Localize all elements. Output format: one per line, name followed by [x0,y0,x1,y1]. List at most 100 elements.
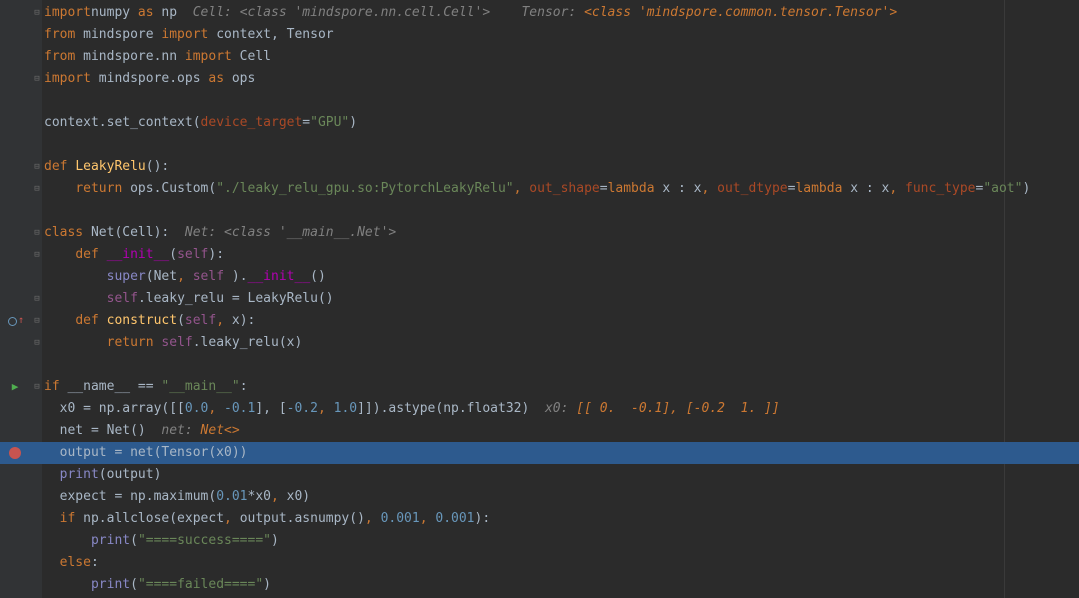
inline-debug-hint: Net: <class '__main__.Net'> [184,225,397,240]
code-token: -0.1 [224,401,256,416]
inline-debug-hint: [[ 0. -0.1], [-0.2 1. ]] [576,401,780,416]
code-line[interactable]: def __init__(self): [0,244,1079,266]
code-text[interactable]: from mindspore import context, Tensor [44,24,334,46]
code-text[interactable]: print(output) [44,464,162,486]
fold-icon[interactable] [33,8,41,18]
code-line[interactable]: from mindspore import context, Tensor [0,24,1079,46]
code-token: import [184,49,232,64]
code-token: 1.0 [333,401,358,416]
code-line[interactable]: self.leaky_relu = LeakyRelu() [0,288,1079,310]
code-token: out_dtype [717,181,788,196]
code-text[interactable]: super(Net, self ).__init__() [44,266,326,288]
code-editor[interactable]: importnumpy as np Cell: <class 'mindspor… [0,0,1079,598]
code-text[interactable]: def __init__(self): [44,244,224,266]
breakpoint-icon[interactable] [8,442,22,464]
code-line[interactable]: else: [0,552,1079,574]
code-token: "./leaky_relu_gpu.so:PytorchLeakyRelu" [216,181,514,196]
code-line[interactable]: net = Net() net: Net<> [0,420,1079,442]
code-line[interactable] [0,200,1079,222]
code-token: () [310,269,326,284]
code-text[interactable]: context.set_context(device_target="GPU") [44,112,357,134]
code-token: , [216,313,232,328]
code-text[interactable]: expect = np.maximum(0.01*x0, x0) [44,486,310,508]
code-line[interactable]: expect = np.maximum(0.01*x0, x0) [0,486,1079,508]
code-text[interactable]: importnumpy as np Cell: <class 'mindspor… [44,2,897,24]
code-text[interactable]: from mindspore.nn import Cell [44,46,271,68]
code-token: ( [169,247,178,262]
code-token: __init__ [247,269,311,284]
code-text[interactable]: net = Net() net: Net<> [44,420,240,442]
code-text[interactable]: else: [44,552,99,574]
code-token: return [75,181,123,196]
code-text[interactable]: def construct(self, x): [44,310,255,332]
code-token: Net(Cell): [90,225,170,240]
code-line[interactable]: from mindspore.nn import Cell [0,46,1079,68]
code-token: def [75,247,107,262]
fold-icon[interactable] [33,338,41,348]
code-text[interactable]: print("====success====") [44,530,279,552]
code-token: "====success====" [137,533,271,548]
run-arrow-icon[interactable]: ▶ [8,376,22,398]
code-line[interactable]: return ops.Custom("./leaky_relu_gpu.so:P… [0,178,1079,200]
code-token: , [208,401,225,416]
fold-icon[interactable] [33,162,41,172]
inline-debug-hint: net: [161,423,201,438]
code-line[interactable]: import mindspore.ops as ops [0,68,1079,90]
code-text[interactable]: import mindspore.ops as ops [44,68,255,90]
fold-icon[interactable] [33,250,41,260]
code-text[interactable]: print("====failed====") [44,574,271,596]
fold-icon[interactable] [33,382,41,392]
code-line[interactable]: x0 = np.array([[0.0, -0.1], [-0.2, 1.0]]… [0,398,1079,420]
code-token: , [513,181,530,196]
code-text[interactable]: output = net(Tensor(x0)) [44,442,248,464]
code-token: lambda [795,181,843,196]
code-line[interactable] [0,90,1079,112]
code-token: __init__ [106,247,170,262]
code-text[interactable]: if np.allclose(expect, output.asnumpy(),… [44,508,491,530]
code-line[interactable] [0,354,1079,376]
fold-icon[interactable] [33,228,41,238]
code-text[interactable]: return self.leaky_relu(x) [44,332,303,354]
code-token: ) [271,533,279,548]
code-token: = [599,181,608,196]
inline-debug-hint: x0: [544,401,577,416]
code-line[interactable]: context.set_context(device_target="GPU") [0,112,1079,134]
code-line[interactable]: super(Net, self ).__init__() [0,266,1079,288]
fold-icon[interactable] [33,294,41,304]
code-line[interactable]: importnumpy as np Cell: <class 'mindspor… [0,2,1079,24]
code-line[interactable]: def construct(self, x): ↑ [0,310,1079,332]
code-token: ]]).astype(np.float32) [357,401,530,416]
fold-icon[interactable] [33,74,41,84]
fold-icon[interactable] [33,184,41,194]
code-line[interactable]: return self.leaky_relu(x) [0,332,1079,354]
code-token: self [177,247,209,262]
code-line[interactable]: def LeakyRelu(): [0,156,1079,178]
code-line[interactable] [0,134,1079,156]
code-text[interactable]: return ops.Custom("./leaky_relu_gpu.so:P… [44,178,1030,200]
code-line[interactable]: print("====failed====") [0,574,1079,596]
code-text[interactable]: x0 = np.array([[0.0, -0.1], [-0.2, 1.0]]… [44,398,780,420]
code-line[interactable]: output = net(Tensor(x0)) [0,442,1079,464]
code-line[interactable]: if np.allclose(expect, output.asnumpy(),… [0,508,1079,530]
code-token: , [364,511,381,526]
fold-icon[interactable] [33,316,41,326]
code-token: output.asnumpy() [239,511,365,526]
code-token: ) [349,115,358,130]
code-token: .leaky_relu = LeakyRelu() [137,291,334,306]
override-circle [8,316,17,326]
code-text[interactable]: def LeakyRelu(): [44,156,169,178]
code-line[interactable]: print(output) [0,464,1079,486]
code-text[interactable]: class Net(Cell): Net: <class '__main__.N… [44,222,396,244]
code-text[interactable]: if __name__ == "__main__": [44,376,248,398]
code-line[interactable]: if __name__ == "__main__": ▶ [0,376,1079,398]
code-line[interactable]: class Net(Cell): Net: <class '__main__.N… [0,222,1079,244]
code-token: ) [263,577,271,592]
code-token: ( [130,577,138,592]
override-method-icon[interactable]: ↑ [8,310,24,332]
code-text[interactable]: self.leaky_relu = LeakyRelu() [44,288,334,310]
code-token: (): [145,159,170,174]
code-line[interactable]: print("====success====") [0,530,1079,552]
